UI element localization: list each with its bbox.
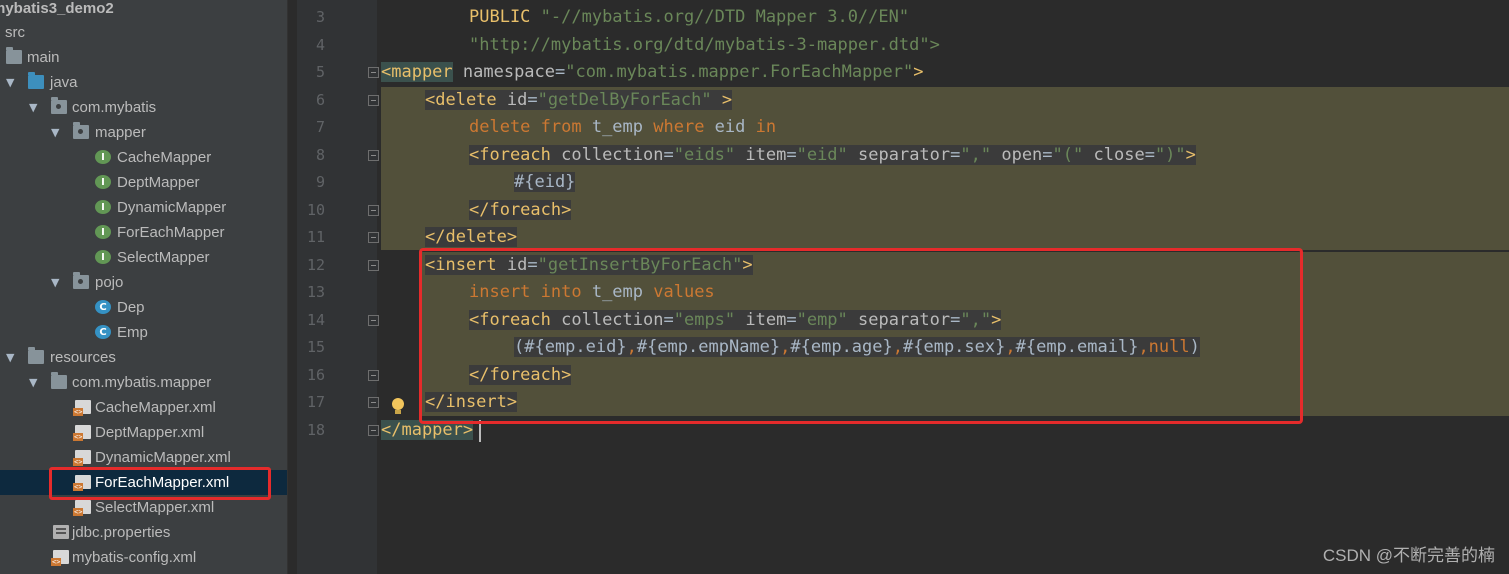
package-icon [51, 97, 67, 114]
interface-icon: I [95, 225, 111, 239]
line-number: 10 [306, 201, 325, 219]
line-number: 4 [315, 36, 325, 54]
folder-icon [6, 47, 22, 64]
xml-file-icon: <> [73, 400, 91, 416]
xml-file-icon: <> [51, 550, 69, 566]
tree-item-selectmapper[interactable]: I SelectMapper [0, 245, 287, 270]
tree-item-label: com.mybatis [72, 99, 157, 116]
tree-item-jdbc-properties[interactable]: jdbc.properties [0, 520, 287, 545]
tree-item-pojo[interactable]: ▼ pojo [0, 270, 287, 295]
tree-item-src[interactable]: src [0, 20, 287, 45]
line-number: 13 [306, 283, 325, 301]
folder-icon [51, 372, 67, 389]
code-line-9: #{eid} [514, 172, 576, 192]
tree-item-com-mybatis[interactable]: ▼ com.mybatis [0, 95, 287, 120]
line-number: 5 [315, 63, 325, 81]
package-icon [73, 272, 89, 289]
interface-icon: I [95, 175, 111, 189]
properties-file-icon [53, 525, 69, 539]
code-line-6: <delete id="getDelByForEach" > [425, 90, 733, 110]
code-line-3: PUBLIC "-//mybatis.org//DTD Mapper 3.0//… [469, 7, 910, 27]
tree-root[interactable]: mybatis3_demo2 [0, 0, 287, 21]
class-icon: C [95, 300, 111, 314]
line-number: 8 [315, 146, 325, 164]
xml-file-icon: <> [73, 500, 91, 516]
tree-item-label: jdbc.properties [72, 524, 171, 541]
chevron-down-icon[interactable]: ▼ [51, 270, 59, 295]
code-line-11: </delete> [425, 227, 518, 247]
line-number: 14 [306, 311, 325, 329]
code-line-5: <mapper namespace="com.mybatis.mapper.Fo… [381, 62, 924, 82]
interface-icon: I [95, 150, 111, 164]
xml-file-icon: <> [73, 425, 91, 441]
code-line-7: delete from t_emp where eid in [469, 117, 777, 137]
line-number: 12 [306, 256, 325, 274]
tree-item-label: CacheMapper [117, 149, 212, 166]
chevron-down-icon[interactable]: ▼ [29, 95, 37, 120]
tree-item-emp[interactable]: C Emp [0, 320, 287, 345]
tree-item-mybatis-config-xml[interactable]: <> mybatis-config.xml [0, 545, 287, 570]
tree-item-label: CacheMapper.xml [95, 399, 216, 416]
selection-annotation-box [49, 467, 271, 500]
line-number: 6 [315, 91, 325, 109]
xml-file-icon: <> [73, 450, 91, 466]
tree-item-dynamicmapper[interactable]: I DynamicMapper [0, 195, 287, 220]
tree-item-cachemapper[interactable]: I CacheMapper [0, 145, 287, 170]
line-number: 15 [306, 338, 325, 356]
tree-item-label: DeptMapper [117, 174, 200, 191]
watermark: CSDN @不断完善的楠 [1322, 546, 1495, 565]
tree-item-label: src [5, 24, 25, 41]
tree-item-label: com.mybatis.mapper [72, 374, 212, 391]
interface-icon: I [95, 200, 111, 214]
chevron-down-icon[interactable]: ▼ [6, 345, 14, 370]
tree-item-main[interactable]: main [0, 45, 287, 70]
line-number: 11 [306, 228, 325, 246]
tree-item-foreachmapper[interactable]: I ForEachMapper [0, 220, 287, 245]
tree-item-resources[interactable]: ▼ resources [0, 345, 287, 370]
tree-item-mapper[interactable]: ▼ mapper [0, 120, 287, 145]
interface-icon: I [95, 250, 111, 264]
tree-item-label: main [27, 49, 60, 66]
line-number: 18 [306, 421, 325, 439]
tree-item-label: Emp [117, 324, 148, 341]
tree-item-deptmapper-xml[interactable]: <> DeptMapper.xml [0, 420, 287, 445]
line-number: 17 [306, 393, 325, 411]
tree-item-label: SelectMapper [117, 249, 210, 266]
chevron-down-icon[interactable]: ▼ [6, 70, 14, 95]
project-root-label: mybatis3_demo2 [0, 0, 114, 17]
tree-item-label: pojo [95, 274, 124, 291]
splitter-line [287, 0, 288, 574]
line-number: 7 [315, 118, 325, 136]
project-tree: mybatis3_demo2 src main ▼ java ▼ com.myb… [0, 0, 287, 574]
tree-item-dep[interactable]: C Dep [0, 295, 287, 320]
tree-item-com-mybatis-mapper[interactable]: ▼ com.mybatis.mapper [0, 370, 287, 395]
source-folder-icon [28, 72, 44, 89]
line-number: 16 [306, 366, 325, 384]
tree-item-label: mybatis-config.xml [72, 549, 197, 566]
code-line-4: "http://mybatis.org/dtd/mybatis-3-mapper… [469, 35, 940, 55]
tree-item-label: Dep [117, 299, 145, 316]
insert-annotation-box [419, 248, 1303, 424]
chevron-down-icon[interactable]: ▼ [51, 120, 59, 145]
line-number: 9 [315, 173, 325, 191]
tree-item-java[interactable]: ▼ java [0, 70, 287, 95]
code-line-8: <foreach collection="eids" item="eid" se… [469, 145, 1196, 165]
tree-item-label: DynamicMapper [117, 199, 227, 216]
class-icon: C [95, 325, 111, 339]
line-number: 3 [315, 8, 325, 26]
tree-item-label: mapper [95, 124, 146, 141]
tree-item-label: resources [50, 349, 116, 366]
panel-splitter[interactable] [287, 0, 296, 574]
package-icon [73, 122, 89, 139]
tree-item-label: java [50, 74, 78, 91]
resources-folder-icon [28, 347, 44, 364]
code-line-10: </foreach> [469, 200, 572, 220]
tree-item-label: DeptMapper.xml [95, 424, 205, 441]
tree-item-label: ForEachMapper [117, 224, 225, 241]
chevron-down-icon[interactable]: ▼ [29, 370, 37, 395]
tree-item-cachemapper-xml[interactable]: <> CacheMapper.xml [0, 395, 287, 420]
tree-item-deptmapper[interactable]: I DeptMapper [0, 170, 287, 195]
